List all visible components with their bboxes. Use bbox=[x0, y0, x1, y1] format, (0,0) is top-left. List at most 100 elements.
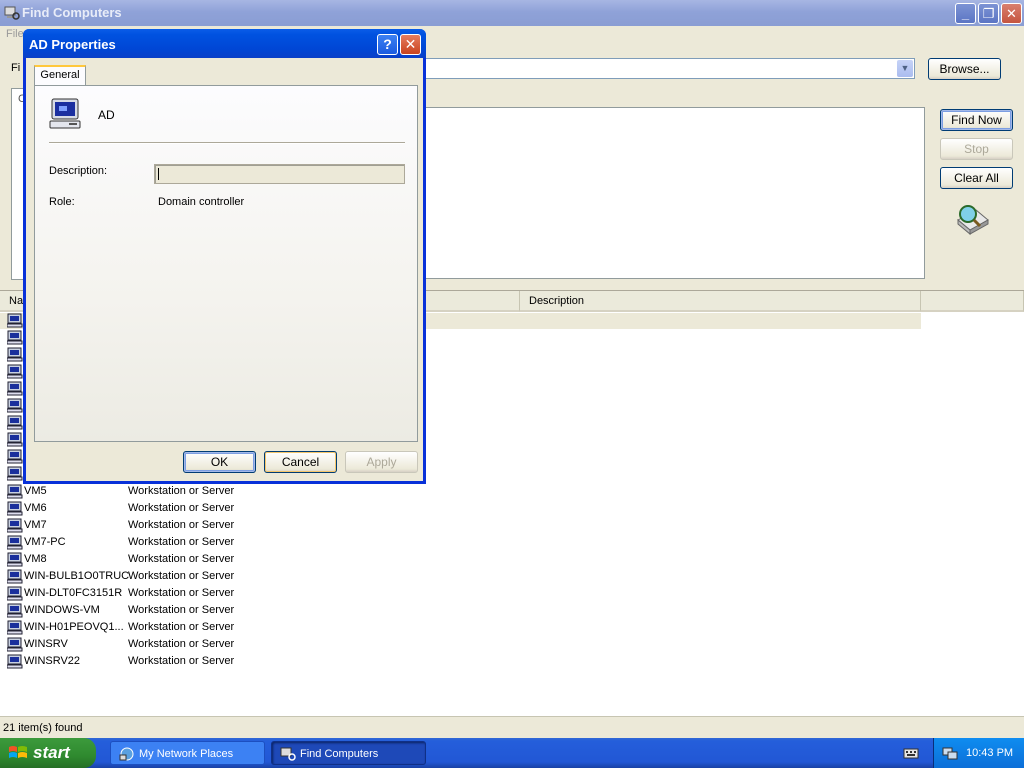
computer-icon bbox=[7, 586, 23, 601]
text-caret bbox=[158, 168, 159, 180]
row-type: Workstation or Server bbox=[128, 638, 235, 650]
table-row[interactable]: WIN-H01PEOVQ1... Workstation or Server bbox=[0, 619, 400, 636]
row-name: WINDOWS-VM bbox=[24, 604, 100, 616]
computer-icon bbox=[7, 313, 23, 328]
row-type: Workstation or Server bbox=[128, 519, 235, 531]
row-name: WIN-BULB1O0TRUC bbox=[24, 570, 130, 582]
description-label: Description: bbox=[49, 165, 108, 177]
computer-icon bbox=[7, 398, 23, 413]
computer-icon bbox=[7, 654, 23, 669]
general-tab-panel: AD Description: Role: Domain controller bbox=[34, 85, 418, 442]
table-row[interactable]: VM5 Workstation or Server bbox=[0, 483, 400, 500]
tab-general[interactable]: General bbox=[34, 65, 86, 86]
clear-all-button[interactable]: Clear All bbox=[940, 167, 1013, 189]
taskbar-item-label: My Network Places bbox=[139, 748, 234, 760]
find-now-button[interactable]: Find Now bbox=[940, 109, 1013, 131]
row-type: Workstation or Server bbox=[128, 553, 235, 565]
computer-icon bbox=[7, 381, 23, 396]
table-row[interactable]: VM7-PC Workstation or Server bbox=[0, 534, 400, 551]
row-type: Workstation or Server bbox=[128, 587, 235, 599]
table-row[interactable]: WINSRV22 Workstation or Server bbox=[0, 653, 400, 670]
windows-flag-icon bbox=[9, 746, 27, 758]
computer-icon bbox=[7, 518, 23, 533]
dialog-titlebar[interactable]: AD Properties ? ✕ bbox=[23, 29, 426, 58]
table-row[interactable]: VM7 Workstation or Server bbox=[0, 517, 400, 534]
separator bbox=[49, 142, 405, 144]
computer-icon bbox=[7, 347, 23, 362]
computer-icon bbox=[7, 620, 23, 635]
column-header-filler bbox=[921, 291, 1024, 312]
stop-button[interactable]: Stop bbox=[940, 138, 1013, 160]
computer-icon bbox=[7, 484, 23, 499]
keyboard-icon[interactable] bbox=[903, 746, 919, 760]
taskbar: start My Network Places Find Computers 1… bbox=[0, 738, 1024, 768]
role-value: Domain controller bbox=[158, 196, 245, 208]
row-name: VM5 bbox=[24, 485, 47, 497]
table-row[interactable]: VM6 Workstation or Server bbox=[0, 500, 400, 517]
find-scope-combo[interactable]: ▼ bbox=[410, 58, 915, 79]
main-window-title: Find Computers bbox=[22, 5, 122, 20]
table-row[interactable]: WINSRV Workstation or Server bbox=[0, 636, 400, 653]
role-label: Role: bbox=[49, 196, 75, 208]
help-button[interactable]: ? bbox=[377, 34, 398, 55]
row-name: WINSRV bbox=[24, 638, 68, 650]
start-button[interactable]: start bbox=[0, 738, 96, 768]
row-type: Workstation or Server bbox=[128, 570, 235, 582]
computer-icon bbox=[7, 535, 23, 550]
table-row[interactable]: WINDOWS-VM Workstation or Server bbox=[0, 602, 400, 619]
dialog-close-button[interactable]: ✕ bbox=[400, 34, 421, 55]
apply-button[interactable]: Apply bbox=[345, 451, 418, 473]
main-close-button[interactable]: ✕ bbox=[1001, 3, 1022, 24]
computer-icon bbox=[7, 501, 23, 516]
computer-icon bbox=[7, 466, 23, 481]
computer-icon bbox=[7, 603, 23, 618]
find-computers-app-icon bbox=[4, 6, 20, 20]
status-text: 21 item(s) found bbox=[3, 722, 83, 734]
minimize-button[interactable]: _ bbox=[955, 3, 976, 24]
row-type: Workstation or Server bbox=[128, 536, 235, 548]
taskbar-item-label: Find Computers bbox=[300, 748, 379, 760]
system-tray: 10:43 PM bbox=[933, 738, 1024, 768]
row-type: Workstation or Server bbox=[128, 655, 235, 667]
taskbar-item-find-computers[interactable]: Find Computers bbox=[271, 741, 426, 765]
computer-icon bbox=[49, 98, 81, 129]
description-field[interactable] bbox=[154, 164, 405, 184]
criteria-panel bbox=[420, 107, 925, 279]
taskbar-item-my-network-places[interactable]: My Network Places bbox=[110, 741, 265, 765]
status-bar: 21 item(s) found bbox=[0, 716, 1024, 738]
computer-icon bbox=[7, 569, 23, 584]
dialog-title: AD Properties bbox=[29, 37, 116, 52]
restore-button[interactable]: ❐ bbox=[978, 3, 999, 24]
row-name: WIN-DLT0FC3151R bbox=[24, 587, 123, 599]
network-places-icon bbox=[119, 747, 134, 761]
row-name: WINSRV22 bbox=[24, 655, 81, 667]
column-header-description[interactable]: Description bbox=[520, 291, 921, 312]
ad-properties-dialog: AD Properties ? ✕ General AD Description… bbox=[23, 29, 426, 484]
table-row[interactable]: WIN-DLT0FC3151R Workstation or Server bbox=[0, 585, 400, 602]
table-row[interactable]: VM8 Workstation or Server bbox=[0, 551, 400, 568]
start-label: start bbox=[33, 743, 70, 762]
find-computers-icon bbox=[280, 747, 296, 761]
computer-icon bbox=[7, 552, 23, 567]
row-type: Workstation or Server bbox=[128, 502, 235, 514]
computer-name: AD bbox=[98, 108, 115, 122]
main-titlebar[interactable]: Find Computers _ ❐ ✕ bbox=[0, 0, 1024, 26]
chevron-down-icon[interactable]: ▼ bbox=[897, 60, 913, 77]
row-type: Workstation or Server bbox=[128, 621, 235, 633]
cancel-button[interactable]: Cancel bbox=[264, 451, 337, 473]
clock[interactable]: 10:43 PM bbox=[966, 747, 1013, 759]
computer-icon bbox=[7, 330, 23, 345]
row-name: VM8 bbox=[24, 553, 47, 565]
ok-button[interactable]: OK bbox=[183, 451, 256, 473]
network-status-icon[interactable] bbox=[942, 745, 958, 761]
search-computer-icon bbox=[957, 205, 989, 236]
menu-file[interactable]: File bbox=[6, 28, 24, 40]
computer-icon bbox=[7, 415, 23, 430]
computer-icon bbox=[7, 432, 23, 447]
row-name: WIN-H01PEOVQ1... bbox=[24, 621, 124, 633]
row-name: VM7 bbox=[24, 519, 47, 531]
row-type: Workstation or Server bbox=[128, 485, 235, 497]
browse-button[interactable]: Browse... bbox=[928, 58, 1001, 80]
table-row[interactable]: WIN-BULB1O0TRUC Workstation or Server bbox=[0, 568, 400, 585]
find-label: Fi bbox=[11, 62, 21, 74]
